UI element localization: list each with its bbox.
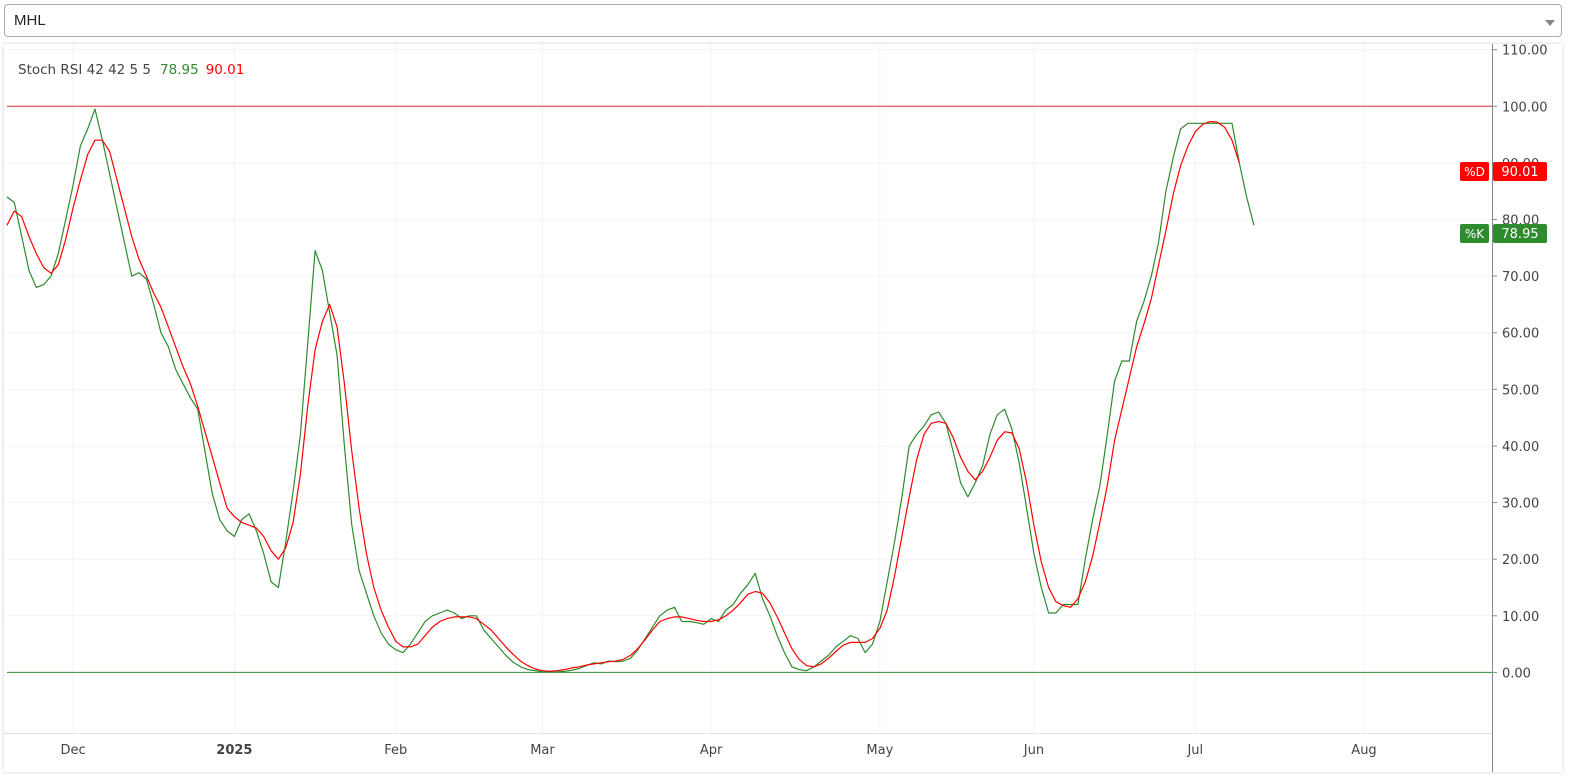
series-lines [6, 108, 1255, 673]
x-tick-label: Jun [1023, 743, 1044, 758]
x-tick-label: Jul [1186, 743, 1203, 758]
y-axis: 110.00100.0090.0080.0070.0060.0050.0040.… [1492, 44, 1548, 681]
y-tick-label: 10.00 [1502, 610, 1539, 625]
y-tick-label: 70.00 [1502, 270, 1539, 285]
y-tick-label: 50.00 [1502, 383, 1539, 398]
d-line [6, 120, 1240, 672]
y-tick-label: 40.00 [1502, 440, 1539, 455]
x-tick-label: Apr [700, 743, 723, 758]
x-tick-label: Mar [530, 743, 555, 758]
x-axis: Dec 2025 Feb Mar Apr May Jun Jul Aug [60, 743, 1376, 758]
stoch-rsi-chart[interactable]: 110.00100.0090.0080.0070.0060.0050.0040.… [4, 44, 1562, 772]
grid [7, 44, 1492, 733]
y-tick-label: 30.00 [1502, 497, 1539, 512]
k-value-badge: %K 78.95 [1460, 224, 1547, 243]
legend-title: Stoch RSI 42 42 5 5 [18, 62, 151, 78]
chevron-down-icon [1545, 20, 1555, 26]
x-tick-label: 2025 [216, 743, 252, 758]
y-tick-label: 100.00 [1502, 100, 1548, 115]
x-tick-label: May [866, 743, 893, 758]
y-tick-label: 110.00 [1502, 44, 1548, 59]
symbol-select-value: MHL [14, 12, 46, 29]
x-tick-label: Dec [60, 743, 85, 758]
d-value-badge: %D 90.01 [1460, 162, 1547, 181]
x-tick-label: Feb [384, 743, 407, 758]
y-tick-label: 20.00 [1502, 553, 1539, 568]
chart-panel[interactable]: 110.00100.0090.0080.0070.0060.0050.0040.… [4, 44, 1562, 772]
legend-d-value: 90.01 [206, 62, 245, 78]
symbol-select[interactable]: MHL [4, 4, 1562, 37]
d-badge-label: %D [1464, 165, 1485, 179]
x-tick-label: Aug [1351, 743, 1376, 758]
k-badge-label: %K [1465, 227, 1485, 241]
k-line [6, 108, 1255, 673]
y-tick-label: 0.00 [1502, 666, 1531, 681]
y-tick-label: 60.00 [1502, 327, 1539, 342]
k-badge-value: 78.95 [1501, 227, 1538, 242]
d-badge-value: 90.01 [1501, 165, 1538, 180]
legend-k-value: 78.95 [160, 62, 199, 78]
